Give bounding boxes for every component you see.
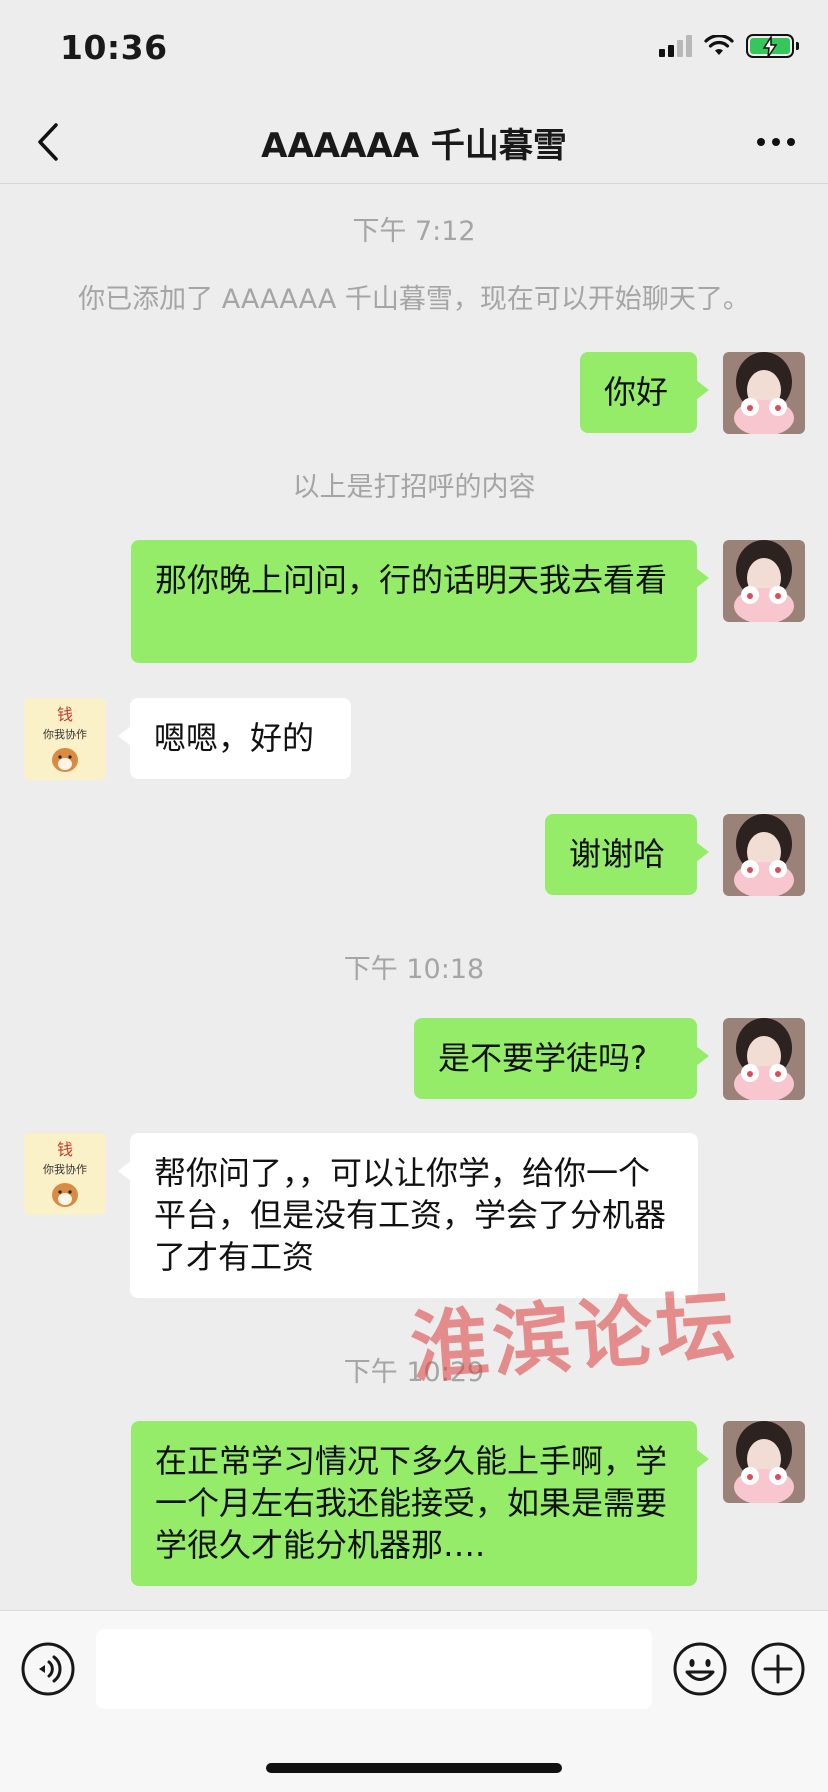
user-avatar-image [723,352,805,434]
message-bubble-outgoing[interactable]: 在正常学习情况下多久能上手啊，学一个月左右我还能接受，如果是需要学很久才能分机器… [131,1421,709,1586]
message-bubble-outgoing[interactable]: 是不要学徒吗? [414,1018,709,1099]
plus-circle-icon [751,1642,805,1696]
status-bar: 10:36 [0,0,828,100]
voice-button[interactable] [20,1641,76,1697]
timestamp: 下午 7:12 [352,216,476,247]
voice-icon [21,1642,75,1696]
message-bubble-outgoing[interactable]: 你好 [580,352,709,433]
input-bar [0,1610,828,1792]
svg-text:钱: 钱 [57,705,73,724]
contact-avatar-image: 钱 你我协作 [24,1133,106,1215]
home-indicator [266,1763,562,1773]
status-time: 10:36 [60,28,168,67]
avatar[interactable] [723,1421,805,1503]
avatar[interactable] [723,352,805,434]
message-input[interactable] [96,1629,652,1709]
message-bubble-outgoing[interactable]: 谢谢哈 [545,814,709,895]
timestamp: 下午 10:18 [343,954,485,985]
more-horizontal-icon [757,138,795,146]
svg-text:你我协作: 你我协作 [43,727,87,741]
user-avatar-image [723,1018,805,1100]
user-avatar-image [723,814,805,896]
avatar[interactable] [723,540,805,622]
svg-text:钱: 钱 [57,1140,73,1159]
plus-button[interactable] [750,1641,806,1697]
signal-icon [659,35,692,57]
system-message: 你已添加了 AAAAAA 千山暮雪，现在可以开始聊天了。 [78,284,750,315]
message-bubble-incoming[interactable]: 嗯嗯，好的 [118,698,351,779]
message-bubble-outgoing[interactable]: 那你晚上问问，行的话明天我去看看 [131,540,709,663]
emoji-icon [673,1642,727,1696]
contact-avatar-image: 钱 你我协作 [24,698,106,780]
wifi-icon [704,35,734,55]
page-title: AAAAAA 千山暮雪 [261,126,567,166]
contact-avatar[interactable]: 钱 你我协作 [24,1133,106,1215]
avatar[interactable] [723,1018,805,1100]
chat-header: AAAAAA 千山暮雪 [0,100,828,184]
avatar[interactable] [723,814,805,896]
more-button[interactable] [752,124,800,160]
battery-charging-icon [746,34,799,58]
watermark: 淮滨论坛 [407,1280,742,1395]
system-message: 以上是打招呼的内容 [292,472,536,503]
emoji-button[interactable] [672,1641,728,1697]
user-avatar-image [723,1421,805,1503]
svg-text:你我协作: 你我协作 [43,1162,87,1176]
status-icons [659,34,799,58]
contact-avatar[interactable]: 钱 你我协作 [24,698,106,780]
user-avatar-image [723,540,805,622]
